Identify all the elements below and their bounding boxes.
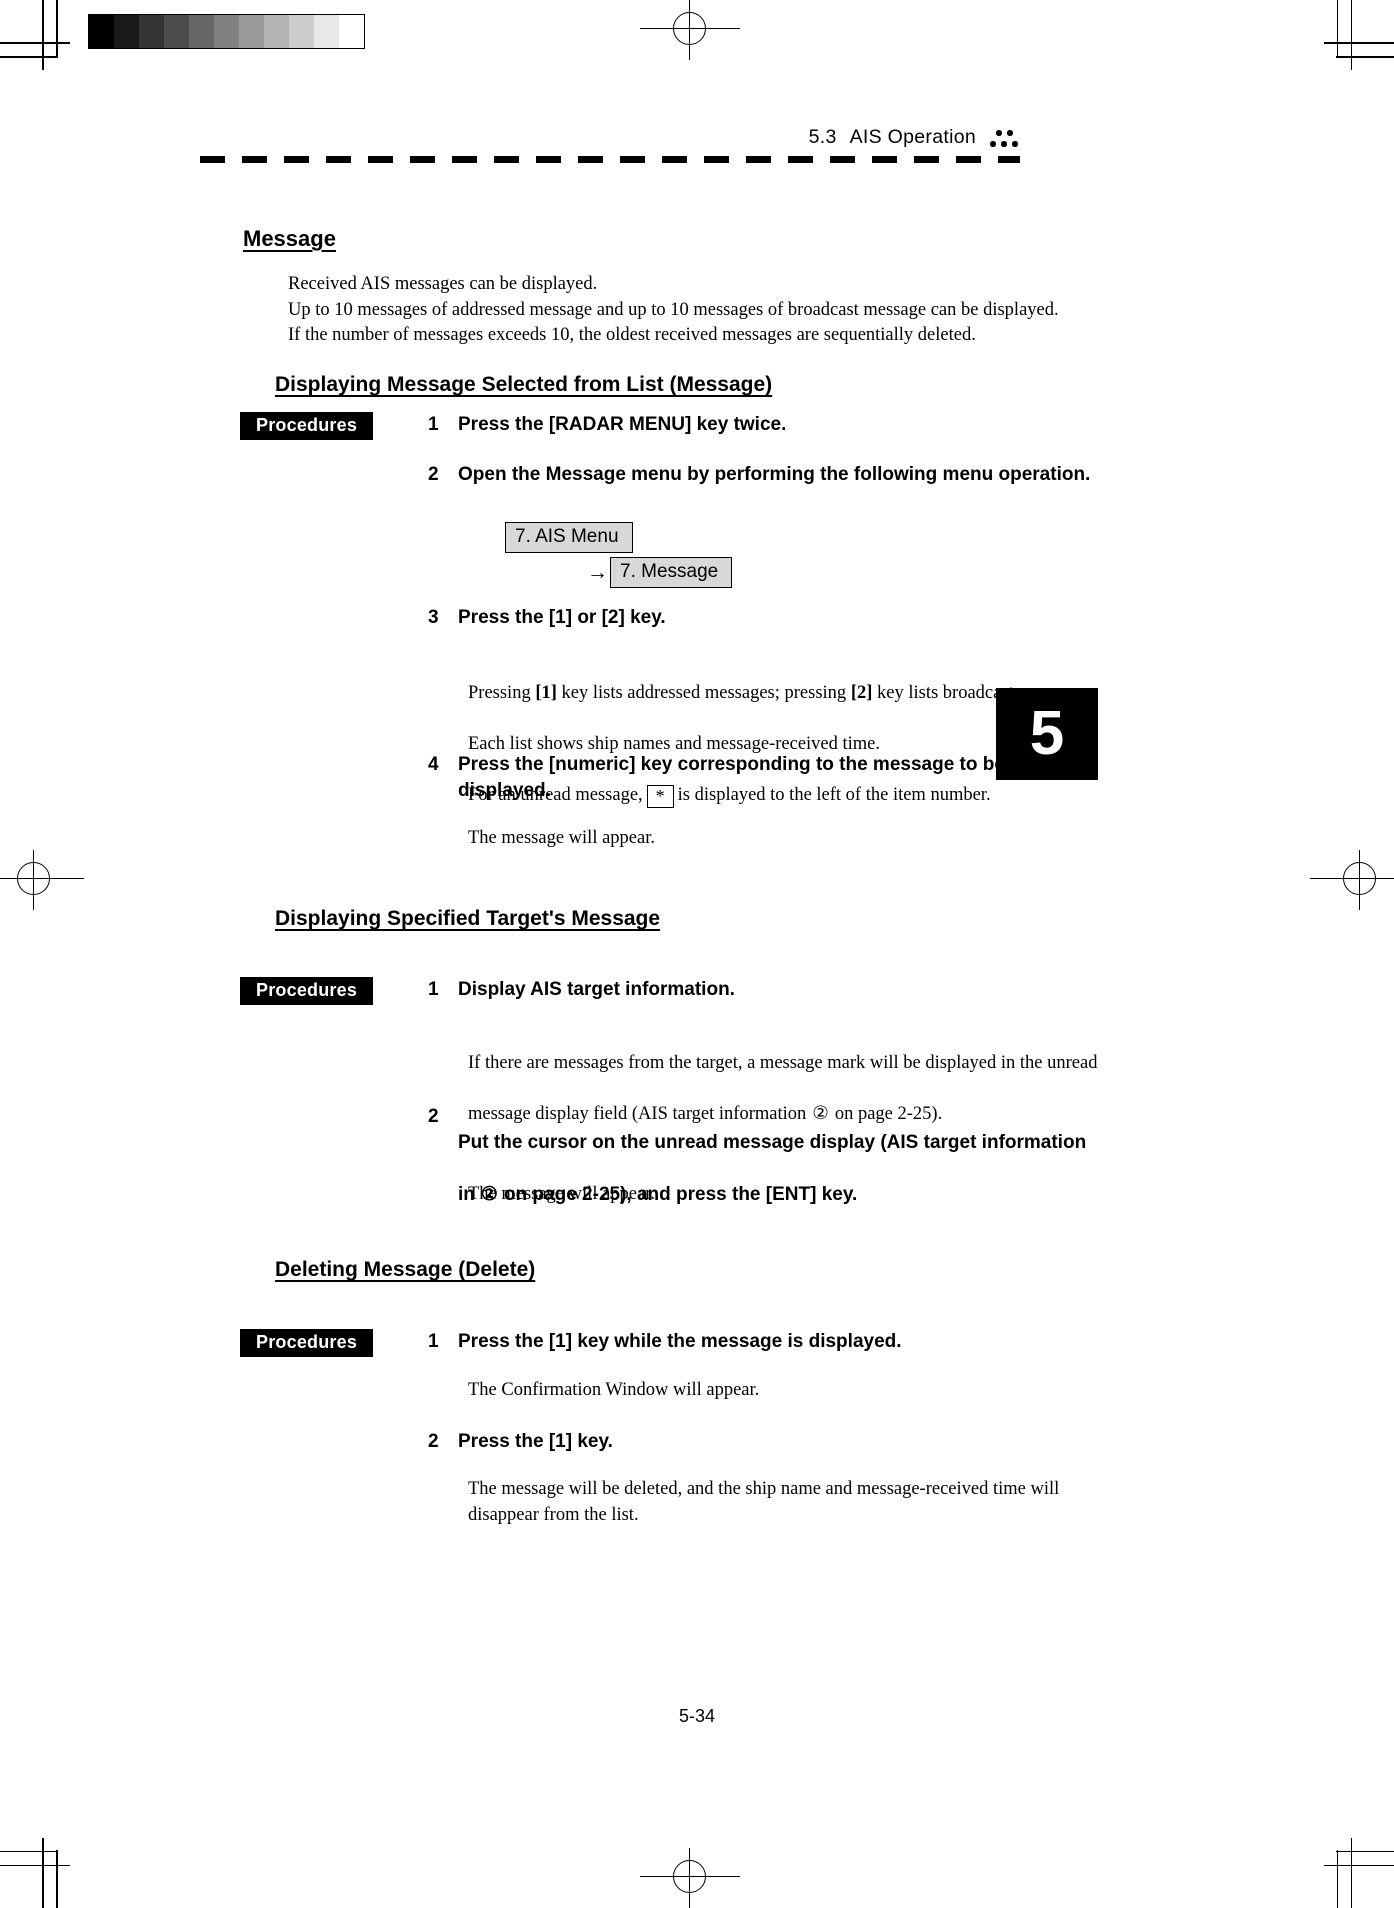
note-step-1-3: Pressing [1] key lists addressed message… [468, 655, 1228, 834]
step-1-1: 1 Press the [RADAR MENU] key twice. [428, 412, 1168, 438]
procedures-badge-2: Procedures [240, 977, 374, 1005]
grayscale-swatch [114, 15, 139, 48]
key-ref-1: [1] [535, 682, 557, 703]
step-text-line-1: Put the cursor on the unread message dis… [458, 1132, 1087, 1153]
key-ref-2: [2] [850, 682, 873, 703]
step-text: Press the [1] key. [458, 1431, 613, 1452]
step-number: 1 [428, 979, 439, 1000]
note-text: Pressing [468, 682, 536, 703]
section-heading-1: Displaying Message Selected from List (M… [275, 373, 773, 396]
step-text: Press the [RADAR MENU] key twice. [458, 414, 787, 435]
grayscale-swatch [164, 15, 189, 48]
step-1-2: 2 Open the Message menu by performing th… [428, 462, 1188, 488]
note-step-3-2: The message will be deleted, and the shi… [468, 1479, 1060, 1525]
registration-mark-right [1310, 850, 1394, 910]
grayscale-swatch [139, 15, 164, 48]
registration-mark-left [0, 850, 84, 910]
manual-page: 5.3 AIS Operation 5 Message Received AIS … [0, 0, 1394, 1908]
note-text: key lists broadcast messages. [872, 682, 1093, 703]
grayscale-swatch [189, 15, 214, 48]
step-1-3: 3 Press the [1] or [2] key. [428, 605, 1168, 631]
grayscale-swatch [239, 15, 264, 48]
step-2-1: 1 Display AIS target information. [428, 977, 1168, 1003]
header-title: 5.3 AIS Operation [809, 126, 976, 149]
grayscale-swatch [339, 15, 364, 48]
step-1-4: 4 Press the [numeric] key corresponding … [428, 752, 1128, 804]
header-section-number: 5.3 [808, 126, 837, 148]
step-number: 1 [428, 414, 439, 435]
procedures-badge-3: Procedures [240, 1329, 374, 1357]
step-number: 3 [428, 607, 439, 628]
grayscale-swatch [89, 15, 114, 48]
crop-mark-top-right [1324, 0, 1394, 70]
step-text: Press the [1] key while the message is d… [458, 1331, 902, 1352]
note-step-3-1: The Confirmation Window will appear. [468, 1380, 760, 1400]
procedures-badge-1: Procedures [240, 412, 374, 440]
step-text: Display AIS target information. [458, 979, 735, 1000]
section-heading-3: Deleting Message (Delete) [275, 1258, 536, 1281]
grayscale-swatch [289, 15, 314, 48]
note-text: key lists addressed messages; pressing [556, 682, 851, 703]
note-line-1: Pressing [1] key lists addressed message… [468, 681, 1228, 707]
step-number: 2 [428, 1106, 439, 1127]
menu-path: 7. AIS Menu → 7. Message [505, 522, 733, 588]
step-text: Press the [numeric] key corresponding to… [458, 754, 1005, 801]
grayscale-calibration-strip [88, 14, 365, 49]
grayscale-swatch [214, 15, 239, 48]
crop-mark-top-left [0, 0, 70, 70]
step-number: 2 [428, 464, 439, 485]
step-3-2: 2 Press the [1] key. [428, 1429, 1128, 1455]
header-section-title: AIS Operation [849, 126, 976, 148]
step-text: Open the Message menu by performing the … [458, 464, 1091, 485]
arrow-right-icon: → [587, 560, 608, 584]
dots-ornament-icon [990, 129, 1020, 153]
note-line-1: If there are messages from the target, a… [468, 1052, 1098, 1073]
grayscale-swatch [264, 15, 289, 48]
registration-mark-top [640, 0, 740, 60]
step-number: 4 [428, 754, 439, 775]
note-step-1-4: The message will appear. [468, 828, 655, 848]
registration-mark-bottom [640, 1848, 740, 1908]
crop-mark-bottom-right [1324, 1838, 1394, 1908]
note-step-2-2: The message will appear. [468, 1184, 655, 1204]
grayscale-swatch [314, 15, 339, 48]
header-dashed-rule [200, 156, 1020, 163]
menu-box-ais-menu[interactable]: 7. AIS Menu [505, 522, 633, 553]
step-3-1: 1 Press the [1] key while the message is… [428, 1329, 1188, 1355]
intro-paragraph: Received AIS messages can be displayed. … [288, 274, 1059, 345]
menu-box-message[interactable]: 7. Message [610, 556, 733, 588]
page-title: Message [243, 226, 336, 251]
section-heading-2: Displaying Specified Target's Message [275, 907, 661, 930]
step-number: 1 [428, 1331, 439, 1352]
step-number: 2 [428, 1431, 439, 1452]
crop-mark-bottom-left [0, 1838, 70, 1908]
step-text: Press the [1] or [2] key. [458, 607, 666, 628]
page-number: 5-34 [678, 1706, 716, 1726]
